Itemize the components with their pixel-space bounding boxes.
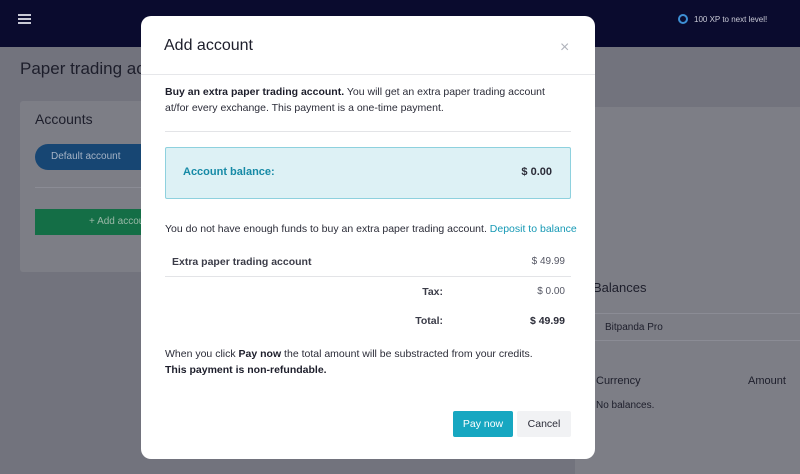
deposit-link[interactable]: Deposit to balance xyxy=(490,223,577,235)
tax-row: Tax: $ 0.00 xyxy=(165,286,571,302)
item-row: Extra paper trading account $ 49.99 xyxy=(165,249,571,277)
payment-note: When you click Pay now the total amount … xyxy=(165,346,533,378)
balance-label: Account balance: xyxy=(183,166,275,178)
modal-title: Add account xyxy=(164,37,253,54)
exchange-row[interactable]: Bitpanda Pro xyxy=(575,313,800,341)
tax-value: $ 0.00 xyxy=(537,286,565,297)
page-title: Paper trading acc xyxy=(20,59,154,78)
note-bold: Pay now xyxy=(238,348,282,360)
amount-header: Amount xyxy=(748,375,786,387)
intro-divider xyxy=(165,131,571,132)
plus-icon: + xyxy=(89,216,98,227)
xp-text: 100 XP to next level! xyxy=(694,14,768,24)
intro-bold: Buy an extra paper trading account. xyxy=(165,86,345,98)
menu-icon[interactable] xyxy=(18,14,31,24)
exchange-name: Bitpanda Pro xyxy=(605,322,663,333)
progress-ring-icon xyxy=(678,14,688,24)
accounts-card: Accounts Default account + Add accou xyxy=(20,101,160,272)
accounts-title: Accounts xyxy=(35,111,93,127)
total-label: Total: xyxy=(415,315,443,327)
funds-text: You do not have enough funds to buy an e… xyxy=(165,223,487,235)
header-divider xyxy=(141,74,595,75)
intro-text: Buy an extra paper trading account. You … xyxy=(165,85,570,116)
cancel-button[interactable]: Cancel xyxy=(517,411,571,437)
balances-card: Balances Bitpanda Pro Currency Amount No… xyxy=(575,265,800,474)
add-account-label: Add accou xyxy=(97,216,145,227)
close-icon[interactable]: × xyxy=(560,40,569,56)
add-account-modal: Add account × Buy an extra paper trading… xyxy=(141,16,595,459)
item-name: Extra paper trading account xyxy=(172,256,312,268)
insufficient-funds-message: You do not have enough funds to buy an e… xyxy=(165,223,577,235)
pay-now-button[interactable]: Pay now xyxy=(453,411,513,437)
currency-header: Currency xyxy=(596,375,641,387)
payment-note-line: When you click Pay now the total amount … xyxy=(165,346,533,362)
note-suffix: the total amount will be substracted fro… xyxy=(281,348,533,360)
refund-text: This payment is non-refundable. xyxy=(165,364,327,376)
note-prefix: When you click xyxy=(165,348,239,360)
account-balance-box: Account balance: $ 0.00 xyxy=(165,147,571,199)
balance-value: $ 0.00 xyxy=(521,166,552,178)
balances-title: Balances xyxy=(593,280,647,295)
item-price: $ 49.99 xyxy=(531,256,565,267)
xp-progress: 100 XP to next level! xyxy=(678,14,767,24)
total-row: Total: $ 49.99 xyxy=(165,315,571,331)
tax-label: Tax: xyxy=(422,286,443,298)
non-refundable-note: This payment is non-refundable. xyxy=(165,362,533,378)
no-balances-text: No balances. xyxy=(596,400,655,411)
divider xyxy=(35,187,155,188)
total-value: $ 49.99 xyxy=(529,315,565,327)
